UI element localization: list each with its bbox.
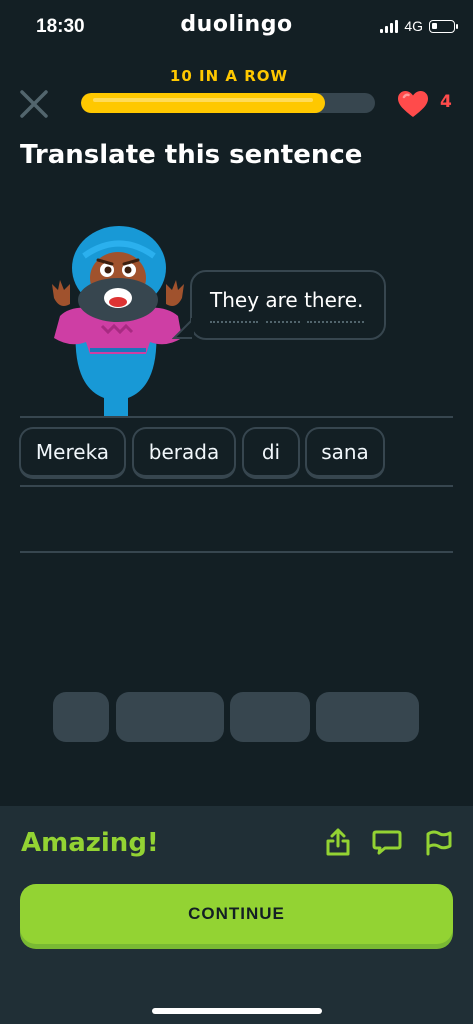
comment-icon[interactable] bbox=[371, 826, 403, 858]
word-hint-underline bbox=[266, 321, 300, 323]
answer-line bbox=[20, 485, 453, 487]
word-bank-empty-slot bbox=[230, 692, 310, 742]
signal-icon bbox=[380, 19, 399, 33]
lesson-progress-bar bbox=[81, 93, 375, 113]
word-hint-underline bbox=[307, 321, 364, 323]
answer-line bbox=[20, 551, 453, 553]
share-icon[interactable] bbox=[322, 826, 354, 858]
hearts-count: 4 bbox=[440, 92, 452, 112]
continue-button[interactable]: CONTINUE bbox=[20, 884, 453, 944]
answer-word-chip[interactable]: Mereka bbox=[19, 427, 126, 479]
word-bank-empty-slot bbox=[53, 692, 109, 742]
source-sentence[interactable]: They are there. bbox=[210, 288, 363, 312]
close-icon[interactable] bbox=[16, 86, 52, 122]
word-bank-empty-slot bbox=[316, 692, 419, 742]
word-hint-underline bbox=[210, 321, 258, 323]
word-bank-empty-slot bbox=[116, 692, 224, 742]
answer-word-chip[interactable]: berada bbox=[132, 427, 236, 479]
feedback-message: Amazing! bbox=[21, 828, 159, 858]
status-indicators: 4G bbox=[380, 18, 458, 34]
progress-fill bbox=[81, 93, 326, 113]
answer-word-chip[interactable]: sana bbox=[305, 427, 385, 479]
heart-icon bbox=[398, 91, 428, 117]
home-indicator bbox=[152, 1008, 322, 1014]
speech-bubble-tail bbox=[172, 318, 194, 339]
flag-icon[interactable] bbox=[422, 826, 454, 858]
answer-line bbox=[20, 416, 453, 418]
answer-word-chip[interactable]: di bbox=[242, 427, 300, 479]
battery-icon bbox=[429, 19, 458, 33]
challenge-prompt: Translate this sentence bbox=[20, 140, 363, 170]
network-label: 4G bbox=[404, 18, 423, 34]
streak-label: 10 IN A ROW bbox=[169, 67, 289, 85]
